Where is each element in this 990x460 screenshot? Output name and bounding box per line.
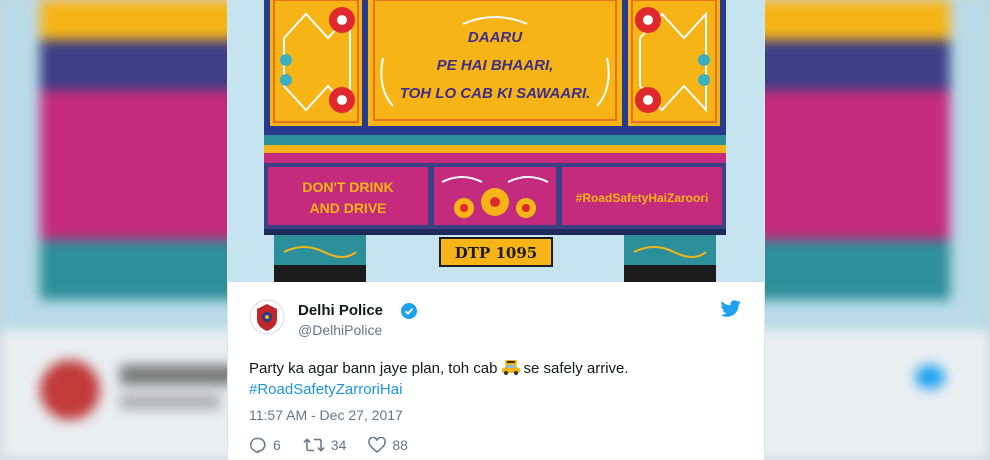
like-button[interactable]: 88 <box>368 437 408 453</box>
reply-button[interactable]: 6 <box>249 437 281 453</box>
bumper-left-line-2: AND DRIVE <box>309 200 386 216</box>
reply-icon <box>249 437 266 453</box>
like-icon <box>368 437 387 453</box>
tweet-timestamp[interactable]: 11:57 AM - Dec 27, 2017 <box>249 407 403 423</box>
tweet-text-before: Party ka agar bann jaye plan, toh cab <box>249 360 498 377</box>
slogan-line-2: PE HAI BHAARI, <box>437 57 554 74</box>
retweet-icon <box>303 438 325 452</box>
twitter-bird-icon[interactable] <box>720 300 742 318</box>
slogan-line-1: DAARU <box>468 29 523 46</box>
truck-artwork-image: DAARU PE HAI BHAARI, TOH LO CAB KI SAWAA… <box>228 0 764 282</box>
tweet-text: Party ka agar bann jaye plan, toh cab se… <box>249 358 739 400</box>
hashtag-link[interactable]: #RoadSafetyZarroriHai <box>249 379 739 400</box>
retweet-button[interactable]: 34 <box>303 437 347 453</box>
taxi-emoji-icon <box>501 360 520 375</box>
tweet-card: DAARU PE HAI BHAARI, TOH LO CAB KI SAWAA… <box>227 0 765 460</box>
verified-badge-icon <box>401 303 417 319</box>
tweet-text-after: se safely arrive. <box>523 360 629 377</box>
author-name[interactable]: Delhi Police <box>298 302 383 319</box>
retweet-count: 34 <box>330 437 347 453</box>
police-badge-icon[interactable] <box>249 299 285 335</box>
reply-count: 6 <box>273 437 281 453</box>
bumper-left-line-1: DON'T DRINK <box>302 179 393 195</box>
slogan-line-3: TOH LO CAB KI SAWAARI. <box>400 85 591 102</box>
bumper-right-hashtag: #RoadSafetyHaiZaroori <box>576 191 709 205</box>
number-plate: DTP 1095 <box>455 244 537 262</box>
tweet-actions: 6 34 88 <box>249 437 430 453</box>
author-handle[interactable]: @DelhiPolice <box>298 322 382 338</box>
like-count: 88 <box>392 437 408 453</box>
